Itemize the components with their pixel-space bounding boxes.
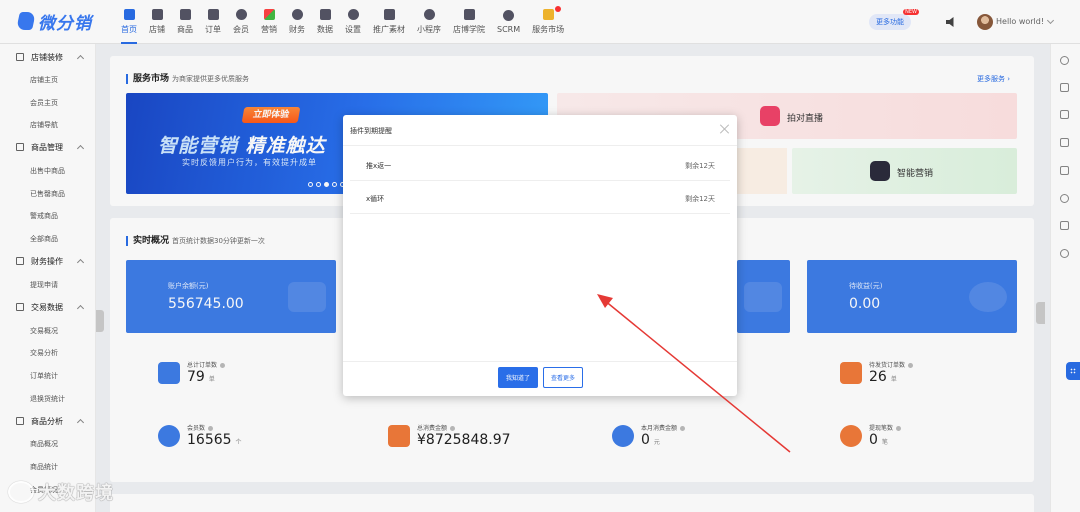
modal-title: 插件到期提醒 bbox=[350, 127, 392, 135]
plugin-expiry-modal: 插件到期提醒 推x返一 剩余12天 x循环 剩余12天 我知道了 查看更多 bbox=[343, 115, 737, 396]
watermark-logo-icon bbox=[8, 481, 34, 503]
view-more-button[interactable]: 查看更多 bbox=[543, 367, 583, 388]
watermark: 大数跨境 bbox=[8, 479, 114, 505]
plugin-row: 推x返一 剩余12天 bbox=[350, 149, 730, 181]
plugin-row: x循环 剩余12天 bbox=[350, 182, 730, 214]
divider bbox=[343, 361, 737, 362]
acknowledge-button[interactable]: 我知道了 bbox=[498, 367, 538, 388]
close-icon[interactable] bbox=[720, 124, 730, 134]
divider bbox=[343, 145, 737, 146]
